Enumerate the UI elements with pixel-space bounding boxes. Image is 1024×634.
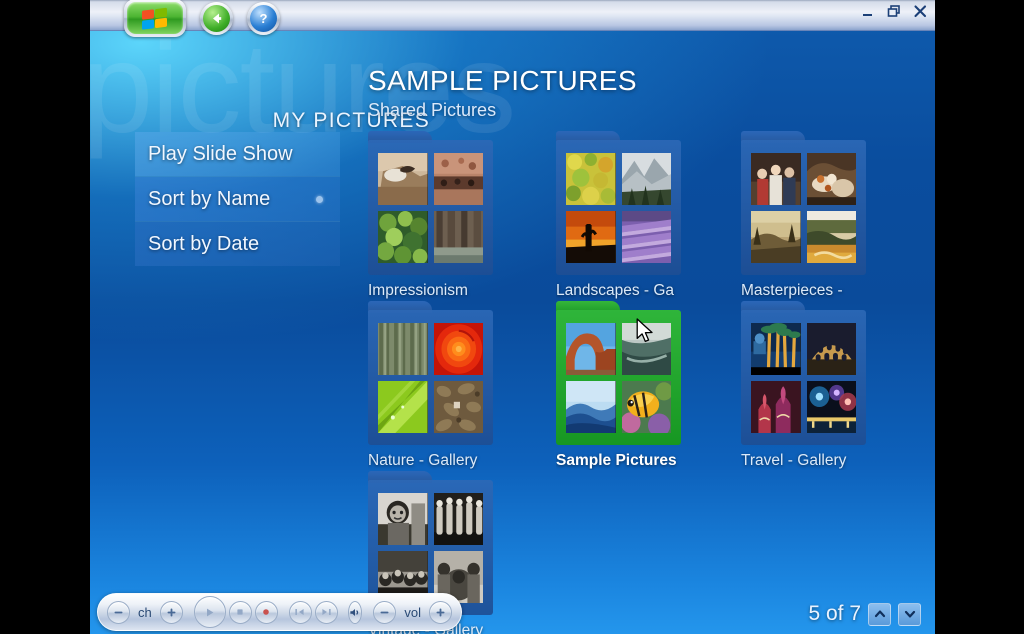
- folder-sample-pictures[interactable]: Sample Pictures: [556, 301, 681, 470]
- selected-indicator-dot: [316, 196, 323, 203]
- folder-row: Impressionism Landscapes - Ga Masterpiec…: [368, 131, 928, 301]
- screen: ? pictures MY PICTURES SAMPLE PICTURES S…: [0, 0, 1024, 634]
- volume-controls: vol: [373, 600, 452, 624]
- folder-tile: [368, 131, 493, 275]
- page-subtitle: Shared Pictures: [368, 100, 497, 120]
- thumbnail: [751, 323, 801, 375]
- menu-item-label: Sort by Date: [148, 233, 260, 255]
- folder-impressionism[interactable]: Impressionism: [368, 131, 493, 300]
- restore-button[interactable]: [886, 3, 903, 20]
- channel-down-button[interactable]: [107, 600, 130, 624]
- folder-thumbnail-grid: [368, 140, 493, 275]
- thumbnail: [751, 153, 801, 205]
- thumbnail: [806, 211, 856, 263]
- thumbnail: [621, 153, 671, 205]
- media-center-window: ? pictures MY PICTURES SAMPLE PICTURES S…: [90, 0, 935, 634]
- menu-item-label: Play Slide Show: [148, 143, 293, 165]
- menu-item-label: Sort by Name: [148, 188, 271, 210]
- help-question-icon: ?: [250, 4, 277, 32]
- volume-label: vol: [404, 604, 421, 620]
- back-arrow-icon: [203, 4, 230, 32]
- stop-button[interactable]: [228, 600, 252, 624]
- thumbnail: [621, 211, 671, 263]
- folder-label: Impressionism: [368, 282, 468, 299]
- thumbnail: [378, 323, 428, 375]
- folder-travel[interactable]: Travel - Gallery: [741, 301, 866, 470]
- thumbnail: [806, 153, 856, 205]
- thumbnail: [621, 323, 671, 375]
- close-button[interactable]: [912, 3, 929, 20]
- thumbnail: [378, 153, 428, 205]
- record-button[interactable]: [254, 600, 278, 624]
- page-title: SAMPLE PICTURES: [368, 65, 637, 96]
- thumbnail: [433, 493, 483, 545]
- mute-button[interactable]: [348, 600, 363, 624]
- folder-thumbnail-grid: [556, 310, 681, 445]
- thumbnail: [378, 381, 428, 433]
- page-down-button[interactable]: [898, 602, 921, 626]
- thumbnail: [566, 323, 616, 375]
- thumbnail: [566, 381, 616, 433]
- thumbnail: [433, 211, 483, 263]
- folder-thumbnail-grid: [556, 140, 681, 275]
- windows-start-button[interactable]: [124, 0, 186, 37]
- thumbnail: [806, 381, 856, 433]
- page-indicator: 5 of 7: [808, 602, 921, 626]
- thumbnail: [806, 323, 856, 375]
- folder-thumbnail-grid: [741, 310, 866, 445]
- window-controls: [860, 3, 929, 20]
- folder-landscapes[interactable]: Landscapes - Ga: [556, 131, 681, 300]
- thumbnail: [433, 323, 483, 375]
- svg-text:?: ?: [260, 11, 268, 26]
- folder-thumbnail-grid: [741, 140, 866, 275]
- folder-label: Landscapes - Ga: [556, 282, 675, 299]
- menu-item-sort-by-date[interactable]: Sort by Date: [135, 222, 340, 266]
- page-count-label: 5 of 7: [808, 602, 861, 625]
- transport-control-bar: ch vol: [97, 593, 462, 631]
- thumbnail: [378, 493, 428, 545]
- minimize-button[interactable]: [860, 3, 877, 20]
- content-area: pictures MY PICTURES SAMPLE PICTURES Sha…: [90, 17, 935, 634]
- skip-controls: [288, 600, 338, 624]
- folder-label: Masterpieces -: [741, 282, 843, 299]
- volume-up-button[interactable]: [428, 600, 452, 624]
- thumbnail: [751, 381, 801, 433]
- folder-row: Nature - Gallery Sample Pictures Travel …: [368, 301, 928, 471]
- folder-masterpieces[interactable]: Masterpieces -: [741, 131, 866, 300]
- volume-down-button[interactable]: [373, 600, 397, 624]
- channel-controls: ch: [107, 600, 183, 624]
- folder-tile: [368, 301, 493, 445]
- thumbnail: [433, 153, 483, 205]
- thumbnail: [621, 381, 671, 433]
- windows-logo-icon: [127, 2, 183, 34]
- folder-grid: Impressionism Landscapes - Ga Masterpiec…: [368, 131, 928, 634]
- thumbnail: [566, 211, 616, 263]
- thumbnail: [378, 211, 428, 263]
- folder-label: Travel - Gallery: [741, 452, 847, 469]
- skip-back-button[interactable]: [288, 600, 312, 624]
- sidebar-menu: Play Slide Show Sort by Name Sort by Dat…: [135, 132, 340, 266]
- back-button[interactable]: [200, 1, 233, 35]
- help-button[interactable]: ?: [247, 1, 280, 35]
- folder-tile: [741, 131, 866, 275]
- page-up-button[interactable]: [868, 602, 891, 626]
- thumbnail: [566, 153, 616, 205]
- channel-up-button[interactable]: [159, 600, 183, 624]
- folder-tile: [741, 301, 866, 445]
- folder-tile: [556, 301, 681, 445]
- folder-label: Nature - Gallery: [368, 452, 478, 469]
- folder-label: Sample Pictures: [556, 452, 677, 469]
- thumbnail: [433, 381, 483, 433]
- playback-controls: [193, 596, 278, 628]
- folder-nature[interactable]: Nature - Gallery: [368, 301, 493, 470]
- top-navigation-buttons: ?: [124, 0, 280, 37]
- skip-forward-button[interactable]: [314, 600, 338, 624]
- thumbnail: [751, 211, 801, 263]
- folder-tile: [556, 131, 681, 275]
- channel-label: ch: [138, 604, 152, 620]
- menu-item-play-slide-show[interactable]: Play Slide Show: [135, 132, 340, 176]
- menu-item-sort-by-name[interactable]: Sort by Name: [135, 177, 340, 221]
- play-button[interactable]: [193, 596, 226, 628]
- folder-thumbnail-grid: [368, 310, 493, 445]
